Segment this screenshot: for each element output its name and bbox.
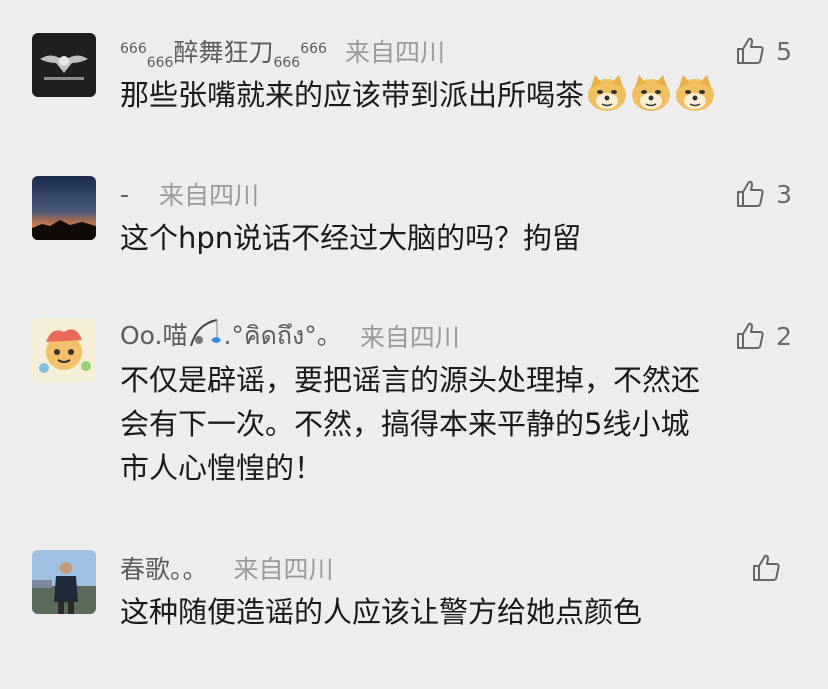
doge-emoji (630, 73, 672, 113)
avatar[interactable] (32, 318, 96, 382)
like-button[interactable]: 5 (734, 33, 792, 69)
fishing-emoji (187, 316, 223, 350)
like-count: 2 (776, 321, 792, 351)
username[interactable]: 春歌。。 (120, 550, 208, 586)
location-label: 来自四川 (344, 38, 445, 67)
username[interactable]: Oo.喵 .°คิดถึง°。 (120, 316, 342, 356)
like-button[interactable] (750, 550, 792, 586)
avatar[interactable] (32, 176, 96, 240)
comment-text: 那些张嘴就来的应该带到派出所喝茶 (120, 73, 800, 117)
thumbs-up-icon (737, 180, 764, 207)
avatar[interactable] (32, 550, 96, 614)
comment-text: 不仅是辟谣，要把谣言的源头处理掉，不然还 会有下一次。不然，搞得本来平静的5线小… (120, 363, 701, 485)
comment-text: 这种随便造谣的人应该让警方给她点颜色 (120, 595, 643, 629)
location-label: 来自四川 (159, 181, 260, 210)
like-count: 5 (776, 36, 792, 66)
thumbs-up-icon (737, 322, 764, 349)
avatar[interactable] (32, 33, 96, 97)
username[interactable]: 666666醉舞狂刀666666 (120, 33, 327, 71)
location-label: 来自四川 (359, 323, 460, 352)
like-button[interactable]: 2 (734, 318, 792, 354)
doge-emoji (674, 73, 716, 113)
thumbs-up-icon (737, 37, 764, 64)
location-label: 来自四川 (233, 555, 334, 584)
like-button[interactable]: 3 (734, 176, 792, 212)
like-count: 3 (776, 179, 792, 209)
thumbs-up-icon (753, 554, 780, 581)
username[interactable]: - (120, 180, 129, 209)
doge-emoji (586, 73, 628, 113)
comment-text: 这个hpn说话不经过大脑的吗？拘留 (120, 221, 582, 255)
